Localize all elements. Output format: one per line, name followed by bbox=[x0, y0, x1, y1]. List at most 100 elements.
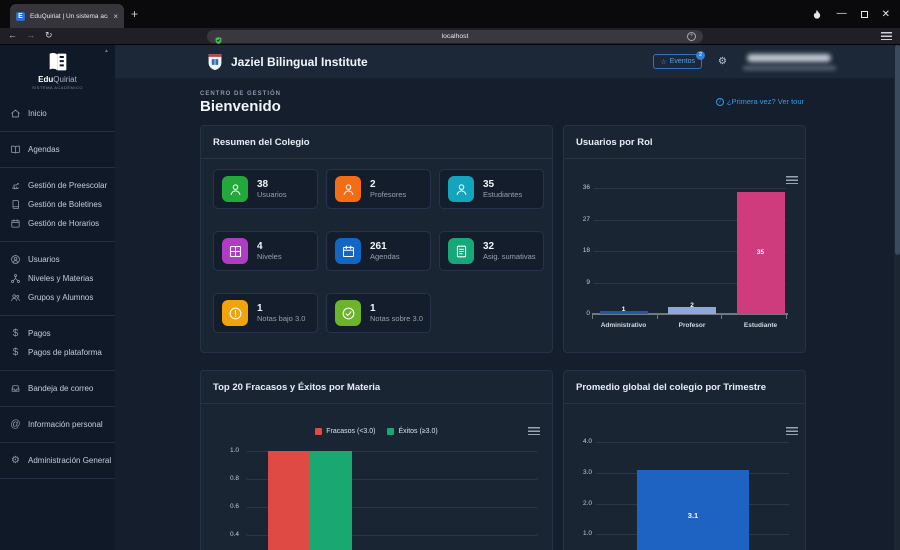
minimize-button[interactable]: — bbox=[837, 9, 847, 19]
sidebar-item-pagos-de-plataforma[interactable]: $ Pagos de plataforma bbox=[0, 343, 115, 362]
axis-tick bbox=[592, 315, 593, 319]
stat-grid: 38 Usuarios 2 Profesores 35 Estudiantes 4 Nivel… bbox=[213, 169, 544, 333]
bar-value-label: 3.1 bbox=[687, 511, 699, 520]
sidebar-group: ⚙ Administración General bbox=[0, 443, 115, 479]
browser-menu-icon[interactable] bbox=[881, 32, 892, 41]
events-button[interactable]: ☆ Eventos 2 bbox=[653, 51, 706, 69]
stat-tile-asig-sumativas: 32 Asig. sumativas bbox=[439, 231, 544, 271]
close-button[interactable]: ✕ bbox=[882, 9, 890, 20]
legend-item[interactable]: Fracasos (<3.0) bbox=[315, 428, 375, 435]
sidebar-item-label: Pagos bbox=[28, 329, 51, 338]
x-axis-label: Administrativo bbox=[600, 322, 647, 329]
pass-fail-card: Top 20 Fracasos y Éxitos por Materia Fra… bbox=[200, 370, 553, 550]
sidebar-item-inicio[interactable]: Inicio bbox=[0, 104, 115, 123]
sidebar-group: Agendas bbox=[0, 132, 115, 168]
stat-label: Profesores bbox=[370, 190, 407, 199]
user-icon bbox=[335, 176, 361, 202]
sidebar-item-usuarios[interactable]: Usuarios bbox=[0, 250, 115, 269]
stat-tile-agendas: 261 Agendas bbox=[326, 231, 431, 271]
sidebar-item-gestion-de-preescolar[interactable]: Gestión de Preescolar bbox=[0, 176, 115, 195]
star-icon: ☆ bbox=[660, 58, 667, 66]
back-button[interactable]: ← bbox=[8, 30, 17, 40]
sidebar-item-label: Agendas bbox=[28, 145, 60, 154]
sidebar-item-label: Gestión de Boletines bbox=[28, 200, 102, 209]
settings-gear-icon[interactable]: ⚙ bbox=[718, 56, 727, 67]
bar-trimestre-1 bbox=[637, 469, 749, 550]
stat-label: Notas sobre 3.0 bbox=[370, 314, 423, 323]
sidebar-item-informacion-personal[interactable]: @ Información personal bbox=[0, 415, 115, 434]
maximize-button[interactable] bbox=[860, 10, 868, 18]
chart-menu-icon[interactable] bbox=[786, 427, 798, 436]
home-icon bbox=[10, 108, 21, 119]
stat-text: 2 Profesores bbox=[370, 179, 406, 199]
info-icon: i bbox=[715, 97, 724, 106]
y-tick-label: 9 bbox=[586, 278, 590, 286]
brand-tagline: SISTEMA ACADÉMICO bbox=[32, 85, 83, 90]
inbox-icon bbox=[10, 383, 21, 394]
stat-tile-notas-bajo-3-0: 1 Notas bajo 3.0 bbox=[213, 293, 318, 333]
section-eyebrow: CENTRO DE GESTIÓN bbox=[200, 91, 282, 97]
scrollbar-thumb[interactable] bbox=[894, 45, 900, 255]
sidebar-group: Usuarios Niveles y Materias Grupos y Alumn… bbox=[0, 242, 115, 316]
sidebar-group: Bandeja de correo bbox=[0, 371, 115, 407]
sidebar-item-agendas[interactable]: Agendas bbox=[0, 140, 115, 159]
sidebar-item-gestion-de-horarios[interactable]: Gestión de Horarios bbox=[0, 214, 115, 233]
axis-tick bbox=[721, 315, 723, 319]
page-title: Bienvenido bbox=[200, 98, 281, 115]
sidebar-item-bandeja-de-correo[interactable]: Bandeja de correo bbox=[0, 379, 115, 398]
app-logo: EduQuiriat SISTEMA ACADÉMICO bbox=[0, 45, 115, 96]
grid-line bbox=[596, 442, 789, 444]
browser-tab[interactable]: E EduQuiriat | Un sistema acadé × bbox=[10, 4, 124, 28]
address-bar[interactable]: localhost + bbox=[207, 30, 703, 45]
stat-label: Usuarios bbox=[257, 190, 287, 199]
check-icon bbox=[335, 300, 361, 326]
stat-text: 35 Estudiantes bbox=[483, 179, 522, 199]
stat-label: Estudiantes bbox=[483, 190, 523, 199]
chart-menu-icon[interactable] bbox=[786, 176, 798, 185]
gear-icon: ⚙ bbox=[11, 455, 20, 466]
tab-close-icon[interactable]: × bbox=[113, 12, 118, 21]
reload-button[interactable]: ↻ bbox=[45, 30, 53, 41]
y-tick-label: 0 bbox=[586, 310, 590, 317]
chart-menu-icon[interactable] bbox=[528, 427, 540, 436]
bar-value-label: 1 bbox=[621, 305, 626, 313]
screen: E EduQuiriat | Un sistema acadé × + — ✕ … bbox=[0, 0, 900, 550]
axis-tick bbox=[786, 315, 787, 319]
bar-fracasos-3-0 bbox=[268, 451, 309, 550]
sidebar: ▲ EduQuiriat SISTEMA ACADÉMICO Inicio Age… bbox=[0, 45, 115, 550]
bookmark-icon[interactable]: + bbox=[687, 32, 696, 41]
sidebar-item-niveles-y-materias[interactable]: Niveles y Materias bbox=[0, 269, 115, 288]
toy-horse-icon bbox=[10, 180, 21, 191]
sidebar-item-administracion-general[interactable]: ⚙ Administración General bbox=[0, 451, 115, 470]
sidebar-item-grupos-y-alumnos[interactable]: Grupos y Alumnos bbox=[0, 288, 115, 307]
bar-value-label: 35 bbox=[756, 248, 765, 256]
grid-line bbox=[594, 188, 786, 189]
legend-swatch bbox=[387, 428, 395, 435]
alert-icon bbox=[222, 300, 248, 326]
sidebar-item-label: Gestión de Horarios bbox=[28, 219, 100, 228]
stat-text: 32 Asig. sumativas bbox=[483, 241, 536, 261]
tour-link[interactable]: i ¿Primera vez? Ver tour bbox=[715, 97, 804, 106]
stat-label: Agendas bbox=[370, 252, 400, 261]
private-browsing-flame-icon[interactable] bbox=[811, 8, 823, 21]
sidebar-item-pagos[interactable]: $ Pagos bbox=[0, 324, 115, 343]
summary-card: Resumen del Colegio 38 Usuarios 2 Profesore… bbox=[200, 125, 553, 353]
stat-tile-niveles: 4 Niveles bbox=[213, 231, 318, 271]
stat-tile-profesores: 2 Profesores bbox=[326, 169, 431, 209]
stat-value: 35 bbox=[483, 179, 495, 190]
sidebar-item-gestion-de-boletines[interactable]: Gestión de Boletines bbox=[0, 195, 115, 214]
sidebar-scroll-up-icon[interactable]: ▲ bbox=[104, 48, 109, 54]
legend-item[interactable]: Éxitos (≥3.0) bbox=[387, 428, 438, 435]
user-icon bbox=[222, 176, 248, 202]
stat-value: 38 bbox=[257, 179, 269, 190]
dollar-icon: $ bbox=[12, 347, 19, 358]
x-axis-label: Profesor bbox=[678, 322, 706, 329]
card-title: Usuarios por Rol bbox=[576, 136, 653, 148]
user-identity[interactable] bbox=[743, 52, 838, 72]
document-icon bbox=[448, 238, 474, 264]
forward-button[interactable]: → bbox=[26, 30, 35, 40]
new-tab-button[interactable]: + bbox=[131, 7, 138, 21]
y-tick-label: 18 bbox=[582, 247, 590, 254]
y-tick-label: 4.0 bbox=[582, 438, 592, 446]
sidebar-nav: Inicio Agendas Gestión de Preescolar Gestió… bbox=[0, 96, 115, 479]
